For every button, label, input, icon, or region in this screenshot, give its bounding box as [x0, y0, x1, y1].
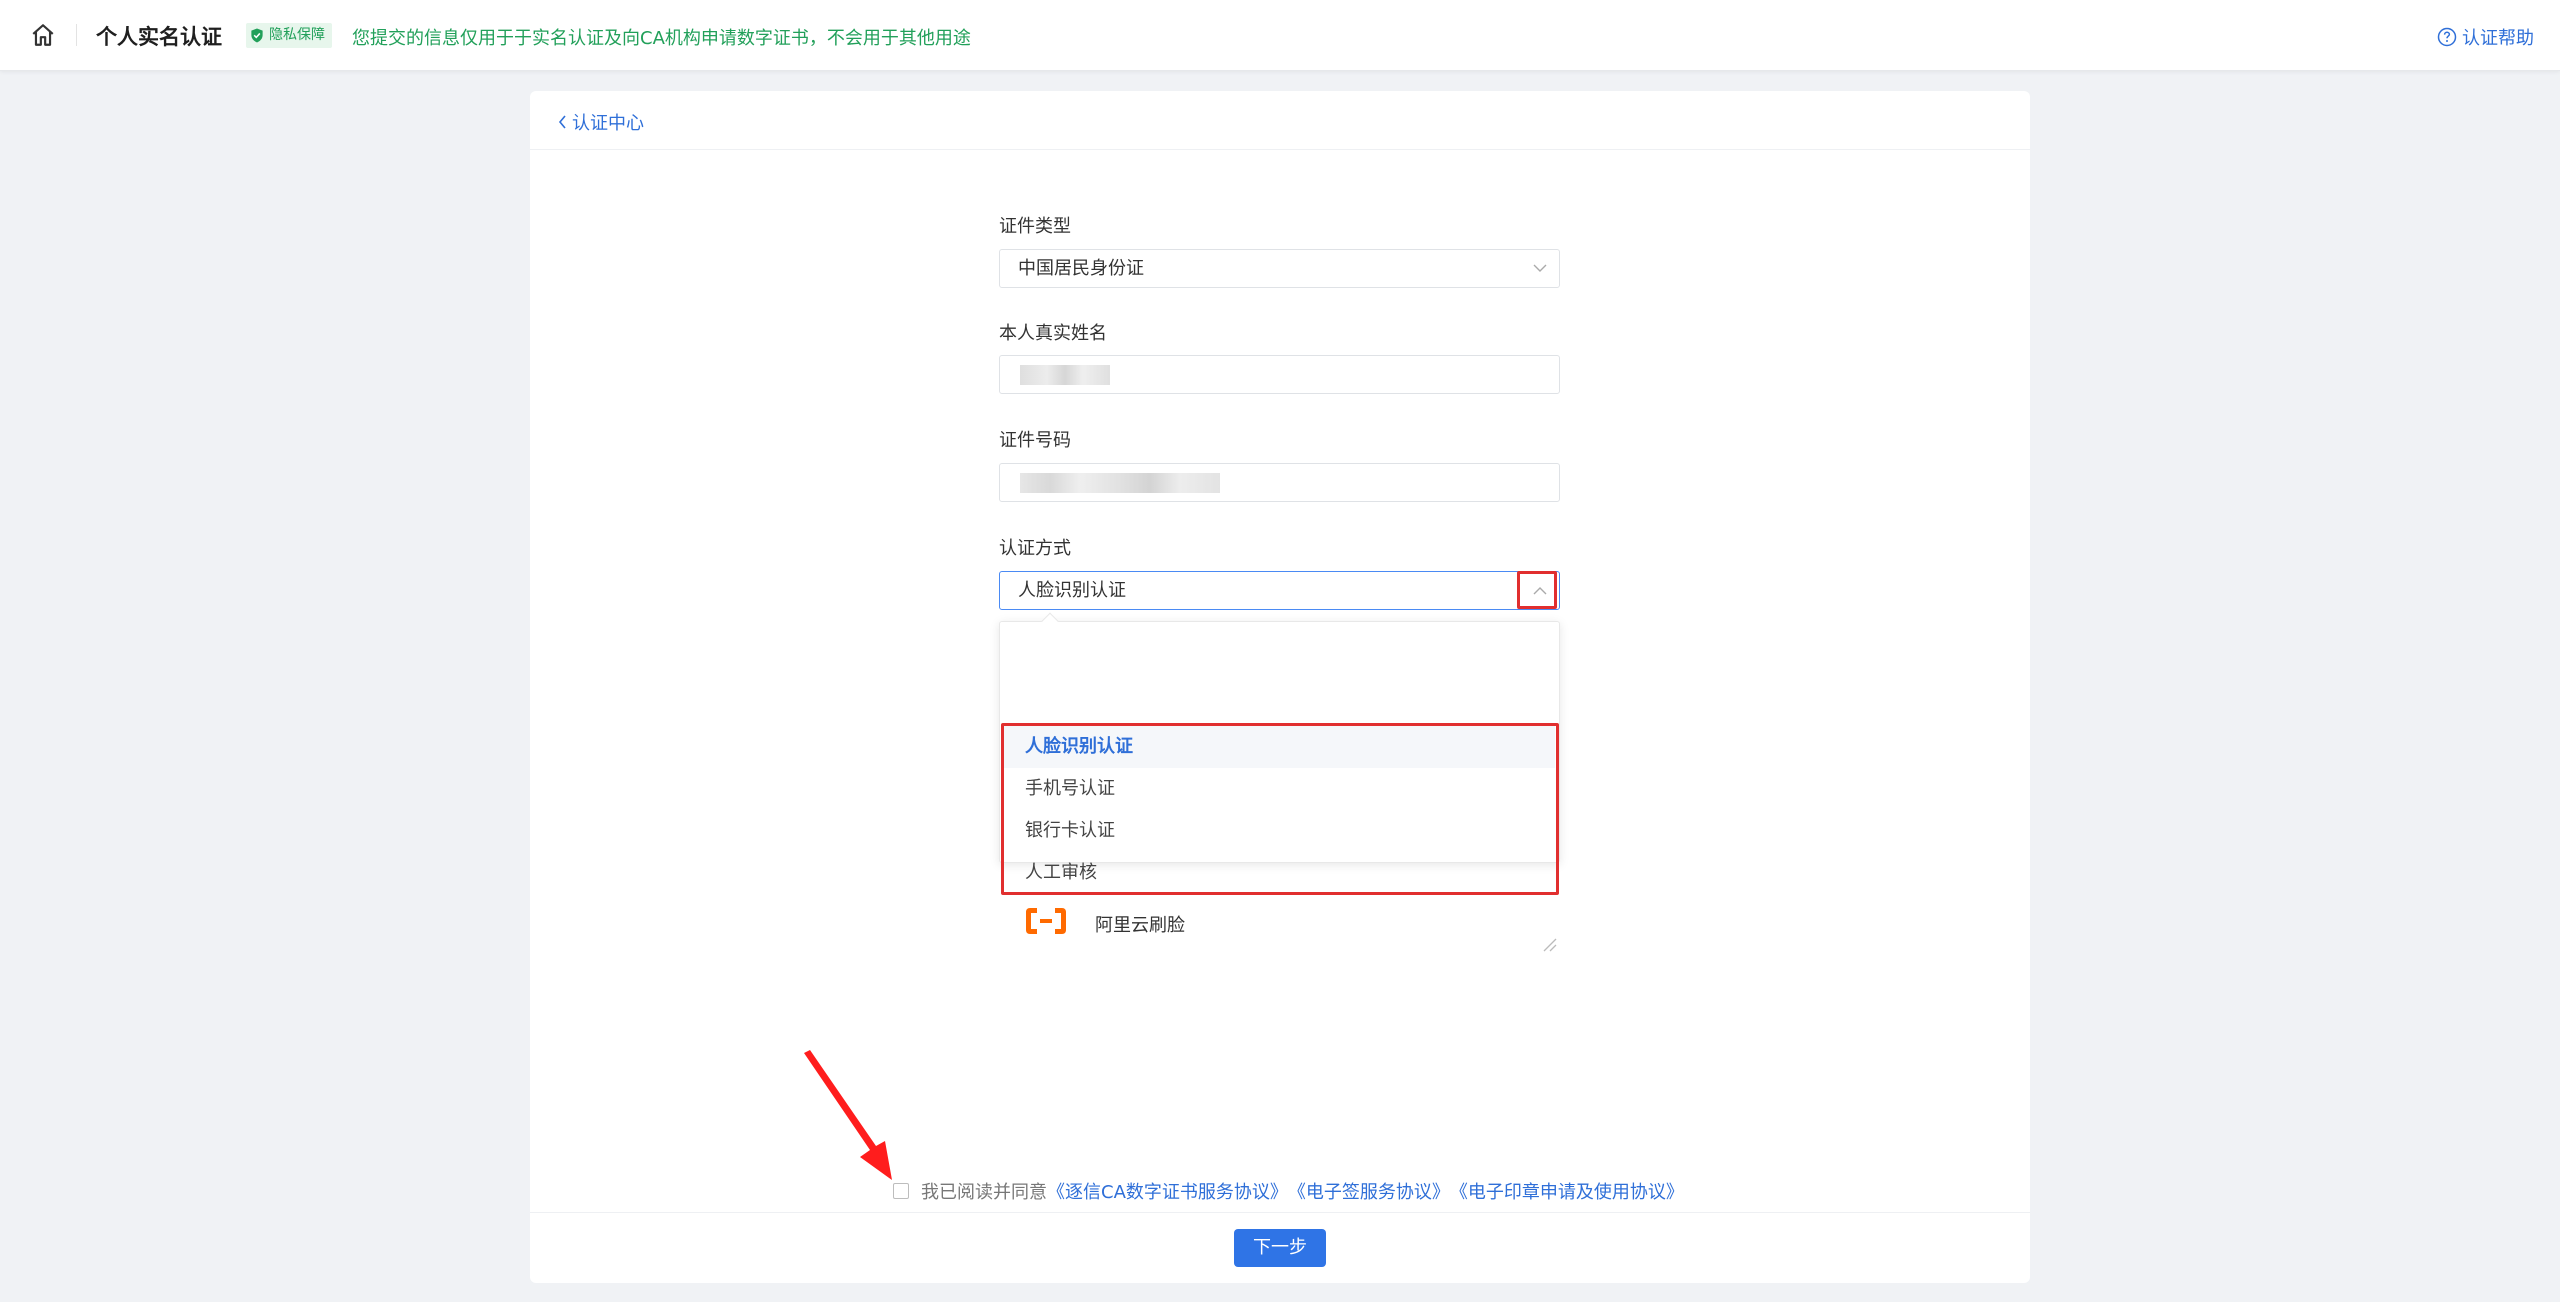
help-link[interactable]: 认证帮助	[2437, 24, 2534, 50]
dropdown-toggle-highlight	[1517, 571, 1557, 609]
chevron-down-icon	[1533, 264, 1547, 272]
id-number-input[interactable]	[999, 463, 1560, 502]
help-label: 认证帮助	[2462, 28, 2534, 49]
privacy-badge: 隐私保障	[246, 23, 332, 48]
next-step-button[interactable]: 下一步	[1234, 1229, 1326, 1267]
id-type-select[interactable]: 中国居民身份证	[999, 249, 1560, 288]
header-divider	[76, 24, 77, 46]
agreement-prefix: 我已阅读并同意	[921, 1182, 1047, 1203]
agreement-row: 我已阅读并同意 《逐信CA数字证书服务协议》 《电子签服务协议》 《电子印章申请…	[893, 1178, 1684, 1204]
esign-service-agreement-link[interactable]: 《电子签服务协议》	[1288, 1178, 1450, 1204]
id-number-label: 证件号码	[999, 430, 1071, 451]
resize-grip-icon[interactable]	[1539, 934, 1557, 952]
back-label: 认证中心	[572, 113, 644, 134]
auth-method-select[interactable]: 人脸识别认证	[999, 571, 1560, 610]
ca-service-agreement-link[interactable]: 《逐信CA数字证书服务协议》	[1047, 1178, 1288, 1204]
question-circle-icon	[2437, 27, 2457, 47]
shield-check-icon	[251, 28, 263, 43]
agreement-checkbox[interactable]	[893, 1183, 909, 1199]
privacy-badge-label: 隐私保障	[269, 27, 325, 43]
home-icon[interactable]	[30, 22, 56, 48]
aliyun-logo-icon	[1026, 908, 1066, 934]
aliyun-face-option[interactable]: 阿里云刷脸	[1000, 894, 1559, 954]
aliyun-face-label: 阿里云刷脸	[1095, 915, 1185, 936]
auth-method-dropdown: 人脸识别认证 手机号认证 银行卡认证 人工审核 阿里云刷脸	[999, 612, 1560, 952]
red-arrow-annotation	[804, 1050, 892, 1180]
verification-card: 认证中心 证件类型 中国居民身份证 本人真实姓名 证件号码 认证方式 人脸识别认…	[530, 91, 2030, 1283]
id-number-redacted	[1020, 473, 1220, 493]
page-title: 个人实名认证	[96, 25, 222, 49]
auth-method-label: 认证方式	[999, 538, 1071, 559]
seal-agreement-link[interactable]: 《电子印章申请及使用协议》	[1450, 1178, 1684, 1204]
top-bar: 个人实名认证 隐私保障 您提交的信息仅用于于实名认证及向CA机构申请数字证书，不…	[0, 0, 2560, 71]
real-name-input[interactable]	[999, 355, 1560, 394]
footer-divider	[530, 1212, 2030, 1213]
auth-method-value: 人脸识别认证	[1018, 580, 1126, 601]
id-type-label: 证件类型	[999, 216, 1071, 237]
privacy-notice: 您提交的信息仅用于于实名认证及向CA机构申请数字证书，不会用于其他用途	[352, 28, 971, 49]
real-name-label: 本人真实姓名	[999, 323, 1107, 344]
card-header: 认证中心	[530, 91, 2030, 150]
back-to-center-link[interactable]: 认证中心	[558, 109, 644, 135]
chevron-left-icon	[558, 115, 566, 129]
dropdown-caret	[1041, 612, 1059, 630]
options-highlight	[1001, 723, 1559, 895]
real-name-redacted	[1020, 365, 1110, 385]
id-type-value: 中国居民身份证	[1018, 258, 1144, 279]
